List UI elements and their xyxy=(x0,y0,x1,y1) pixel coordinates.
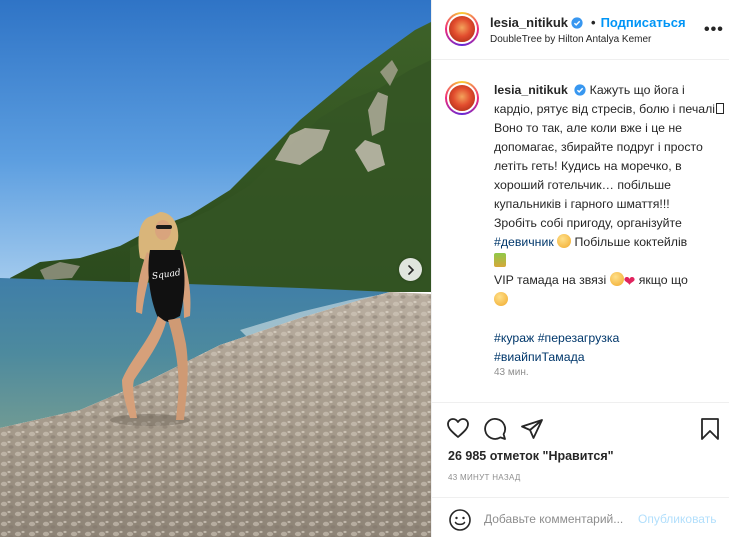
bookmark-icon xyxy=(701,418,719,440)
caption-section: lesia_nitikuk Кажуть що йога і кардіо, р… xyxy=(432,61,729,399)
post-sidebar: lesia_nitikuk • Подписаться DoubleTree by… xyxy=(431,0,729,537)
comment-button[interactable] xyxy=(483,417,507,446)
share-icon xyxy=(521,419,543,439)
share-button[interactable] xyxy=(520,417,544,446)
caption-text: lesia_nitikuk Кажуть що йога і кардіо, р… xyxy=(494,81,726,367)
party-face-emoji-icon xyxy=(557,234,572,248)
verified-badge-icon xyxy=(571,17,583,29)
like-button[interactable] xyxy=(446,417,470,444)
more-options-button[interactable]: ••• xyxy=(704,21,724,39)
comment-icon xyxy=(484,418,506,440)
hashtag-link[interactable]: #виайпиТамада xyxy=(494,350,585,364)
caption-line: Побільше коктейлів xyxy=(574,235,688,249)
comment-input[interactable] xyxy=(484,508,634,530)
post-actions: 26 985 отметок "Нравится" 43 МИНУТ НАЗАД… xyxy=(432,402,729,537)
avatar[interactable] xyxy=(445,81,479,115)
post-age: 43 МИНУТ НАЗАД xyxy=(448,473,521,482)
post-photo[interactable]: Squad xyxy=(0,0,431,537)
hashtag-link[interactable]: #девичник xyxy=(494,235,554,249)
chevron-right-icon xyxy=(407,264,414,275)
next-photo-button[interactable] xyxy=(399,258,422,281)
sunglasses-emoji-icon xyxy=(494,292,508,306)
grin-emoji-icon xyxy=(609,272,624,286)
smile-icon xyxy=(449,509,471,531)
verified-badge-icon xyxy=(574,84,586,96)
caption-timestamp: 43 мин. xyxy=(494,367,529,378)
post-header: lesia_nitikuk • Подписаться DoubleTree by… xyxy=(432,0,729,60)
likes-count[interactable]: 26 985 отметок "Нравится" xyxy=(448,449,614,463)
cocktail-emoji-icon xyxy=(494,253,506,267)
emoji-picker-button[interactable] xyxy=(448,508,472,537)
comment-bar: Опубликовать xyxy=(432,497,729,537)
username-link[interactable]: lesia_nitikuk xyxy=(490,15,583,30)
hashtag-link[interactable]: #кураж xyxy=(494,331,534,345)
beach-photo: Squad xyxy=(0,0,431,537)
dot-separator: • xyxy=(591,15,596,30)
heart-icon xyxy=(447,418,469,438)
caption-username[interactable]: lesia_nitikuk xyxy=(494,83,568,97)
caption-line: Воно то так, але коли вже і це не допома… xyxy=(494,121,703,211)
heart-emoji-icon: ❤ xyxy=(623,273,636,289)
publish-button[interactable]: Опубликовать xyxy=(638,512,716,526)
caption-line: якщо що xyxy=(638,273,688,287)
box-glyph xyxy=(715,103,724,114)
save-button[interactable] xyxy=(700,417,720,446)
hashtag-link[interactable]: #перезагрузка xyxy=(538,331,620,345)
caption-line: VIP тамада на звязі xyxy=(494,273,607,287)
follow-button[interactable]: • Подписаться xyxy=(591,15,686,30)
location-link[interactable]: DoubleTree by Hilton Antalya Kemer xyxy=(490,34,651,45)
caption-line: Зробіть собі пригоду, організуйте xyxy=(494,216,682,230)
avatar[interactable] xyxy=(445,12,479,46)
